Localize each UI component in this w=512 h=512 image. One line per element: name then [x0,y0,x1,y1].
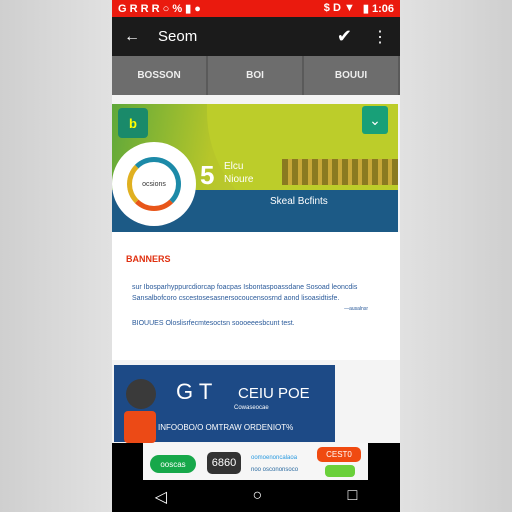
ad-secondary-button[interactable] [325,465,355,477]
person-body [124,411,156,443]
promo-banner[interactable]: G T CEIU POE Cowaseocae INFOOBO/O OMTRAW… [114,365,335,443]
ad-logo: 6860 [207,452,241,474]
chevron-down-icon[interactable]: ⌄ [362,106,388,134]
ring-label: ocsions [127,157,181,211]
ad-cta-button[interactable]: CEST0 [317,447,361,462]
signal-icons: $ D ▼ [323,2,355,14]
notification-icons: G R R R ○ % ▮ ● [118,3,201,15]
check-icon[interactable]: ✔ [337,26,352,47]
recents-icon[interactable]: □ [348,487,358,507]
home-icon[interactable]: ○ [252,487,262,507]
page-title: Seom [158,28,198,45]
banner-logo: G T [176,379,213,404]
tab-bar: BOSSON BOI BOUUI [112,56,400,95]
paragraph-2: BIOUUES Oloslisrfecmtesoctsn soooeeesbcu… [132,320,295,327]
status-bar: G R R R ○ % ▮ ● $ D ▼ ▮ 1:06 [112,0,400,17]
tab-3[interactable]: BOUUI [304,56,400,95]
back-icon[interactable]: ◁ [155,487,167,507]
person-head [126,379,156,409]
paragraph: sur Ibosparhyppurcdiorcap foacpas Isbont… [132,284,358,302]
ad-line-1: oomoenoncalaoa [251,455,298,461]
section-heading: BANNERS [126,254,171,264]
read-more-link[interactable]: —ausalnsr [344,306,368,312]
more-options-icon[interactable]: ⋮ [372,27,388,47]
featured-card[interactable]: b ocsions 5 Elcu Nioure ⌄ Skeal Bcfints [112,104,398,232]
phone-screen: G R R R ○ % ▮ ● $ D ▼ ▮ 1:06 ← Seom ✔ ⋮ … [112,0,400,512]
toolbar: ← Seom ✔ ⋮ [112,17,400,56]
card-badge: b [118,108,148,138]
ad-text: oomoenoncalaoa noo oscononsoco [251,452,298,476]
clock: ▮ 1:06 [362,3,394,15]
card-number: 5 [200,160,215,190]
banner-title: CEIU POE [238,385,310,402]
tab-2[interactable]: BOI [208,56,304,95]
card-subtitle-2: Nioure [224,174,254,185]
banner-text: INFOOBO/O OMTRAW ORDENIOT% [158,423,294,432]
back-arrow-icon[interactable]: ← [124,28,140,46]
card-subtitle: Elcu Nioure [224,160,253,186]
banner-tagline: Cowaseocae [234,405,269,411]
tab-1[interactable]: BOSSON [112,56,208,95]
navigation-bar: ooscas 6860 oomoenoncalaoa noo oscononsoc… [112,443,400,512]
progress-ring: ocsions [112,142,196,226]
card-band-text: Skeal Bcfints [270,196,328,207]
card-subtitle-1: Elcu [224,161,244,172]
ad-line-2: noo oscononsoco [251,467,299,473]
ad-button[interactable]: ooscas [150,455,196,473]
building-illustration [282,159,398,185]
article-content: BANNERS sur Ibosparhyppurcdiorcap foacpa… [112,232,400,360]
ad-banner[interactable]: ooscas 6860 oomoenoncalaoa noo oscononsoc… [143,443,368,480]
